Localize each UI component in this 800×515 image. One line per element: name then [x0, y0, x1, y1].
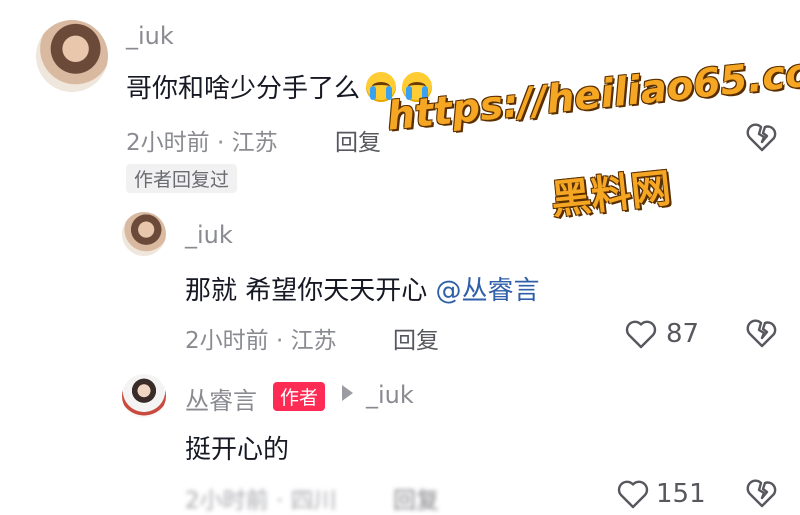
reply-button[interactable]: 回复 — [393, 481, 439, 515]
like-count: 87 — [666, 319, 700, 349]
comment-text-body: 哥你和啥少分手了么 — [126, 74, 361, 104]
watermark-name: 黑料网 — [549, 165, 674, 224]
reply-to-arrow-icon — [342, 385, 353, 401]
reply-button[interactable]: 回复 — [393, 321, 439, 355]
reply-username[interactable]: _iuk — [185, 221, 233, 249]
like-count: 151 — [656, 479, 706, 509]
watermark-url: https://heiliao65.com — [385, 46, 800, 140]
dislike-icon[interactable] — [746, 122, 778, 152]
reply-username[interactable]: 丛睿言 — [185, 381, 257, 416]
author-replied-badge: 作者回复过 — [126, 164, 238, 193]
author-badge: 作者 — [273, 382, 326, 411]
comment-username[interactable]: _iuk — [126, 22, 174, 50]
avatar[interactable] — [36, 20, 108, 92]
reply-meta: 2小时前 · 江苏 — [185, 328, 337, 354]
mention-link[interactable]: @丛睿言 — [436, 276, 540, 306]
like-icon[interactable] — [624, 318, 658, 350]
dislike-icon[interactable] — [746, 318, 778, 348]
avatar[interactable] — [122, 374, 166, 418]
dislike-icon[interactable] — [746, 478, 778, 508]
comment-reply-button[interactable]: 回复 — [335, 123, 381, 157]
reply-text-body: 那就 希望你天天开心 — [185, 276, 436, 306]
reply-meta: 2小时前 · 四川 — [185, 488, 337, 514]
reply-text: 挺开心的 — [185, 435, 290, 465]
reply-to-username[interactable]: _iuk — [366, 381, 414, 409]
comment-meta: 2小时前 · 江苏 — [126, 130, 278, 156]
avatar[interactable] — [122, 212, 166, 256]
like-icon[interactable] — [616, 478, 650, 510]
reply-text: 那就 希望你天天开心 @丛睿言 — [185, 270, 540, 307]
